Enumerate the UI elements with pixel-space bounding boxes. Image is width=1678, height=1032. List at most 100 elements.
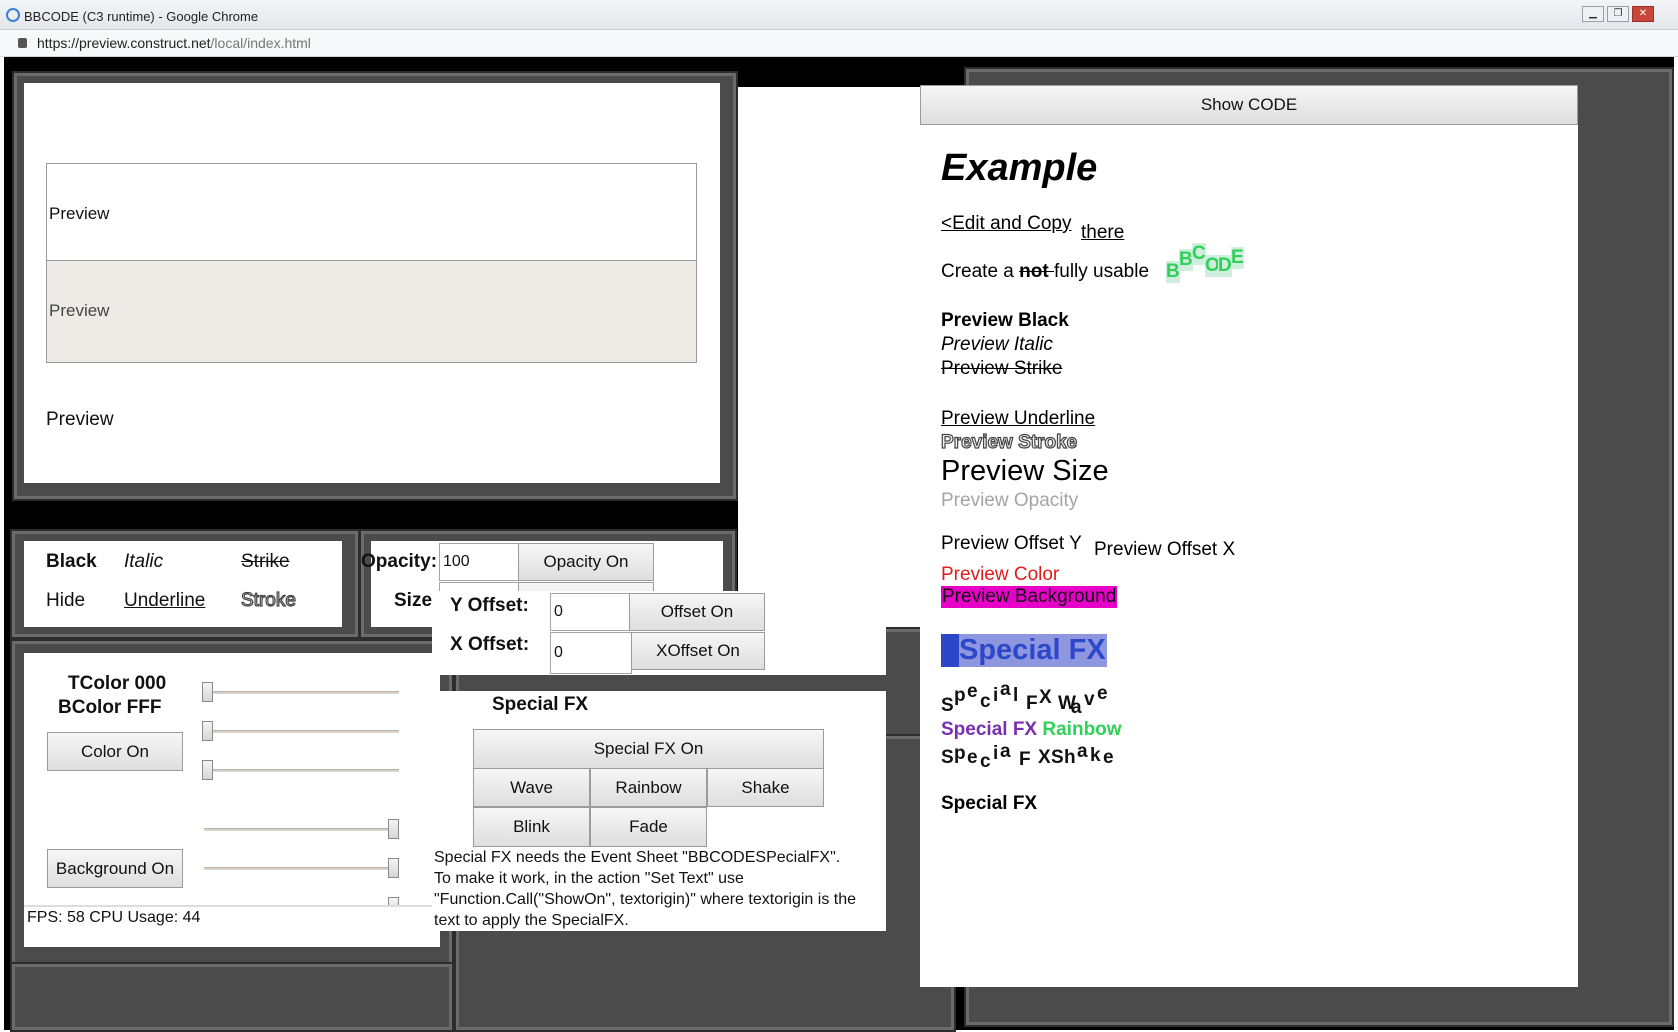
shake-letter: X <box>1038 747 1051 768</box>
offset-on-button[interactable]: Offset On <box>629 593 765 631</box>
chrome-icon <box>6 8 20 22</box>
rainbow-button[interactable]: Rainbow <box>590 768 707 807</box>
x-offset-label: X Offset: <box>450 634 530 655</box>
lock-icon <box>18 38 27 48</box>
shake-letter: a <box>1077 741 1088 762</box>
text-red-slider-track[interactable] <box>204 691 399 694</box>
fade-button[interactable]: Fade <box>590 807 707 847</box>
preview-strike-text: Preview Strike <box>941 358 1063 379</box>
edit-copy-link[interactable]: <Edit and Copy <box>941 213 1071 235</box>
text-blue-slider-thumb[interactable] <box>202 760 213 780</box>
bg-red-slider-track[interactable] <box>204 828 399 831</box>
show-code-button[interactable]: Show CODE <box>920 85 1578 125</box>
text-blue-slider-track[interactable] <box>204 769 399 772</box>
y-offset-label: Y Offset: <box>450 595 529 616</box>
address-bar[interactable]: https://preview.construct.net/local/inde… <box>0 30 1678 57</box>
text-green-slider-track[interactable] <box>204 730 399 733</box>
bbcode-letter: E <box>1231 247 1244 269</box>
preview-opacity-text: Preview Opacity <box>941 490 1079 511</box>
preview-underline-text: Preview Underline <box>941 408 1096 429</box>
preview-box-white: Preview <box>46 163 697 261</box>
y-offset-input[interactable]: 0 <box>550 593 630 631</box>
bg-green-slider-thumb[interactable] <box>388 858 399 878</box>
game-canvas: Preview Preview Preview Black Italic Str… <box>4 57 1674 1032</box>
close-icon[interactable]: ✕ <box>1632 6 1654 22</box>
window-title: BBCODE (C3 runtime) - Google Chrome <box>24 9 259 24</box>
shake-letter: h <box>1064 747 1076 768</box>
stroke-toggle[interactable]: Stroke <box>240 589 296 612</box>
opacity-input[interactable]: 100 <box>439 543 519 581</box>
strike-toggle[interactable]: Strike <box>241 551 290 573</box>
preview-background-text: Preview Background <box>941 586 1118 608</box>
wave-letter: a <box>1071 697 1082 718</box>
wave-letter: e <box>1097 683 1108 704</box>
blink-button[interactable]: Blink <box>473 807 590 847</box>
wave-letter: X <box>1039 687 1052 708</box>
fps-text: FPS: 58 CPU Usage: 44 <box>27 909 201 926</box>
shake-letter: i <box>993 743 999 764</box>
tcolor-label: TColor 000 <box>68 673 167 694</box>
wave-button[interactable]: Wave <box>473 768 590 807</box>
underline-toggle[interactable]: Underline <box>124 590 205 612</box>
preview-box-gray: Preview <box>46 261 697 363</box>
wave-letter: p <box>954 685 966 706</box>
offset-panel: Y Offset: 0 Offset On X Offset: 0 XOffse… <box>432 591 886 675</box>
special-fx-shake-text: Specia F XShake <box>941 739 1141 772</box>
special-fx-on-button[interactable]: Special FX On <box>473 729 824 769</box>
background-on-button[interactable]: Background On <box>47 849 183 888</box>
browser-titlebar: BBCODE (C3 runtime) - Google Chrome ▁ ❐ … <box>0 0 1678 30</box>
restore-icon[interactable]: ❐ <box>1607 6 1629 22</box>
shake-letter: e <box>1103 747 1114 768</box>
shake-letter: a <box>1000 741 1011 762</box>
preview-offset-y-text: Preview Offset Y <box>941 533 1082 554</box>
wave-letter: i <box>993 685 999 706</box>
wave-letter: a <box>1000 679 1011 700</box>
bcolor-label: BColor FFF <box>58 697 162 718</box>
opacity-on-button[interactable]: Opacity On <box>518 543 654 581</box>
bg-red-slider-thumb[interactable] <box>388 819 399 839</box>
there-link[interactable]: there <box>1081 222 1124 244</box>
fx-panel: Special FX Special FX On Wave Rainbow Sh… <box>432 691 886 931</box>
fx-note: Special FX needs the Event Sheet "BBCODE… <box>434 849 857 929</box>
wave-letter: S <box>941 695 954 716</box>
shake-letter: p <box>954 743 966 764</box>
status-panel: FPS: 58 CPU Usage: 44 <box>24 905 440 929</box>
status-frame <box>10 962 454 1032</box>
shake-letter: c <box>980 751 991 772</box>
xoffset-on-button[interactable]: XOffset On <box>631 632 765 670</box>
preview-black-text: Preview Black <box>941 310 1069 331</box>
example-heading: Example <box>941 147 1098 189</box>
black-toggle[interactable]: Black <box>46 551 97 573</box>
bg-green-slider-track[interactable] <box>204 867 399 870</box>
preview-color-text: Preview Color <box>941 564 1060 585</box>
preview-panel: Preview Preview Preview <box>24 83 720 483</box>
minimize-icon[interactable]: ▁ <box>1582 6 1604 22</box>
color-on-button[interactable]: Color On <box>47 732 183 771</box>
hide-toggle[interactable]: Hide <box>46 590 85 612</box>
bbcode-letter: C <box>1192 243 1206 265</box>
preview-text-bottom: Preview <box>46 409 114 430</box>
special-fx-plain-text: Special FX <box>941 793 1038 814</box>
bbcode-letter: D <box>1218 255 1232 277</box>
shake-letter: k <box>1090 745 1101 766</box>
wave-letter: l <box>1013 685 1019 706</box>
shake-letter: F <box>1019 749 1031 770</box>
wave-letter: c <box>980 691 991 712</box>
color-panel: TColor 000 BColor FFF Color On Backgroun… <box>24 653 440 947</box>
preview-stroke-text: Preview Stroke <box>940 431 1078 453</box>
preview-size-text: Preview Size <box>941 455 1109 487</box>
special-fx-wave-text: Special FX Wave <box>941 679 1141 719</box>
shake-button[interactable]: Shake <box>707 768 824 807</box>
bbcode-rainbow-word: BBCODE <box>1166 243 1256 289</box>
text-green-slider-thumb[interactable] <box>202 721 213 741</box>
preview-offset-x-text: Preview Offset X <box>1094 539 1236 560</box>
special-fx-blink-text: Special FX <box>941 634 1107 667</box>
preview-text-top: Preview <box>49 204 110 223</box>
shake-letter: e <box>967 747 978 768</box>
text-red-slider-thumb[interactable] <box>202 682 213 702</box>
url-text[interactable]: https://preview.construct.net/local/inde… <box>37 35 311 51</box>
preview-text-middle: Preview <box>49 301 110 320</box>
italic-toggle[interactable]: Italic <box>124 551 163 573</box>
special-fx-rainbow-text: Special FX Rainbow <box>941 719 1122 740</box>
x-offset-input[interactable]: 0 <box>550 632 632 674</box>
